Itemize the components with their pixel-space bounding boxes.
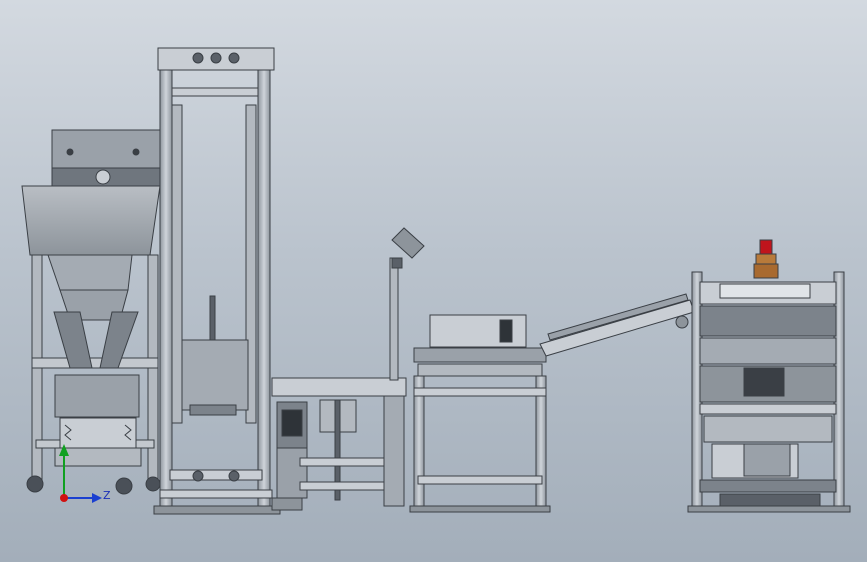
- axis-z-label: Z: [103, 489, 111, 502]
- castor-wheel: [145, 476, 161, 492]
- machine-assembly-drawing: [21, 47, 851, 515]
- weigher-hopper-unit: [21, 129, 161, 495]
- filling-station: [409, 314, 551, 513]
- transfer-conveyor: [271, 377, 407, 511]
- elevator-bucket-housing: [181, 339, 249, 411]
- cad-viewport[interactable]: Z: [0, 0, 867, 562]
- signal-beacon-red: [759, 239, 773, 255]
- inclined-conveyor: [539, 293, 695, 357]
- castor-wheel: [115, 477, 133, 495]
- feeder-drive-wheel: [95, 169, 111, 185]
- triad-origin: [60, 494, 68, 502]
- cartoning-machine: [687, 239, 851, 513]
- castor-wheel: [26, 475, 44, 493]
- sensor-head: [391, 227, 425, 259]
- hopper-funnel: [21, 185, 161, 256]
- bucket-elevator: [153, 47, 281, 515]
